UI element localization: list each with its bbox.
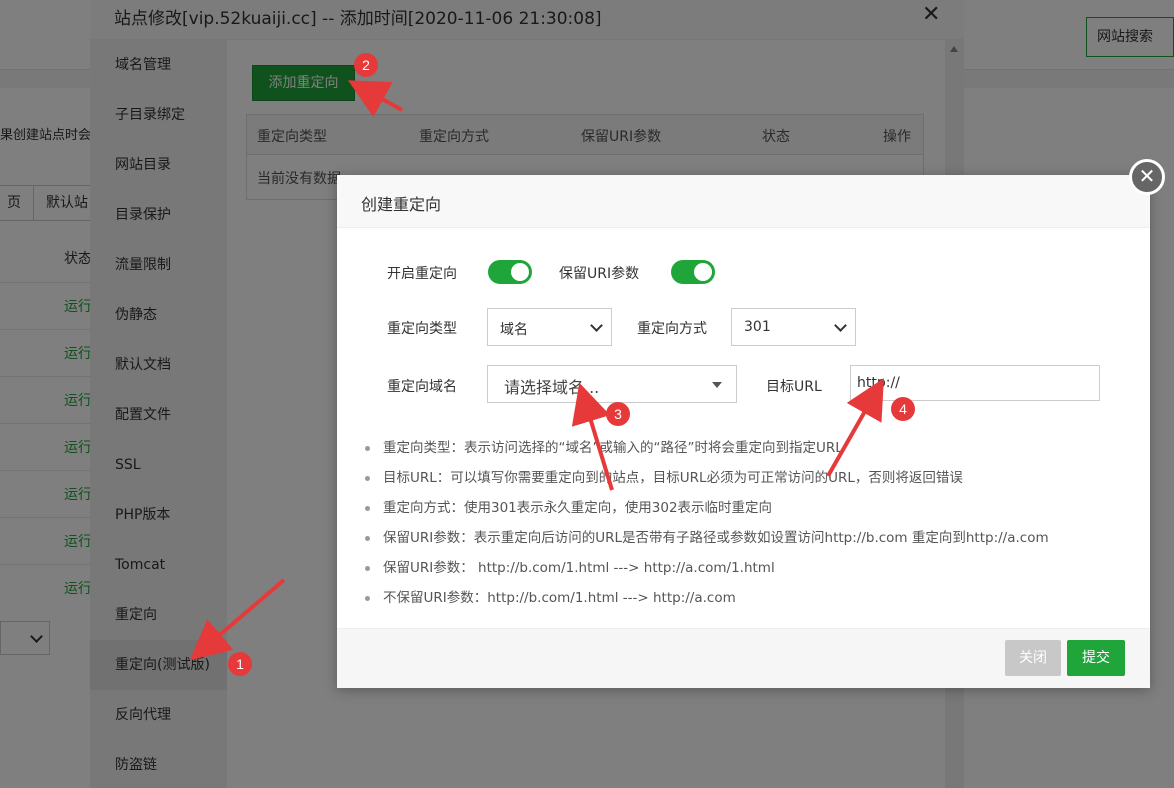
dialog-title: 创建重定向 [361,195,442,214]
enable-redirect-toggle[interactable] [488,260,532,284]
create-redirect-dialog: 创建重定向 开启重定向 保留URI参数 重定向类型 域名 重定向方式 301 重… [337,175,1150,688]
list-item: 保留URI参数：表示重定向后访问的URL是否带有子路径或参数如设置访问http:… [365,527,1049,557]
target-url-label: 目标URL [766,379,822,395]
enable-redirect-label: 开启重定向 [387,266,457,282]
keep-uri-label: 保留URI参数 [559,266,640,282]
annotation-badge: 1 [228,652,252,676]
chevron-down-icon [834,319,847,332]
close-button[interactable]: 关闭 [1005,640,1061,676]
redirect-type-select[interactable]: 域名 [487,308,612,346]
list-item: 重定向方式：使用301表示永久重定向，使用302表示临时重定向 [365,497,1049,527]
dialog-title-bar: 创建重定向 [337,175,1150,228]
dialog-footer: 关闭 提交 [337,628,1150,688]
list-item: 目标URL：可以填写你需要重定向到的站点，目标URL必须为可正常访问的URL，否… [365,467,1049,497]
annotation-badge: 2 [354,53,378,77]
submit-button[interactable]: 提交 [1067,640,1125,676]
annotation-badge: 3 [606,402,630,426]
target-url-input[interactable] [850,365,1100,401]
selected-value: 301 [744,319,771,335]
redirect-method-select[interactable]: 301 [731,308,856,346]
selected-value: 域名 [500,322,528,338]
help-list: 重定向类型：表示访问选择的“域名”或输入的“路径”时将会重定向到指定URL 目标… [365,437,1049,617]
toggle-knob [511,263,529,281]
list-item: 保留URI参数： http://b.com/1.html ---> http:/… [365,557,1049,587]
redirect-domain-select[interactable]: 请选择域名... [487,365,737,403]
redirect-type-label: 重定向类型 [387,321,457,337]
toggle-knob [694,263,712,281]
dialog-close-icon[interactable]: ✕ [1129,159,1165,195]
list-item: 不保留URI参数：http://b.com/1.html ---> http:/… [365,587,1049,617]
redirect-domain-label: 重定向域名 [387,379,457,395]
domain-placeholder: 请选择域名... [504,378,600,397]
keep-uri-toggle[interactable] [671,260,715,284]
chevron-down-icon [590,319,603,332]
caret-down-icon [712,382,722,388]
annotation-badge: 4 [891,397,915,421]
redirect-method-label: 重定向方式 [637,321,707,337]
list-item: 重定向类型：表示访问选择的“域名”或输入的“路径”时将会重定向到指定URL [365,437,1049,467]
